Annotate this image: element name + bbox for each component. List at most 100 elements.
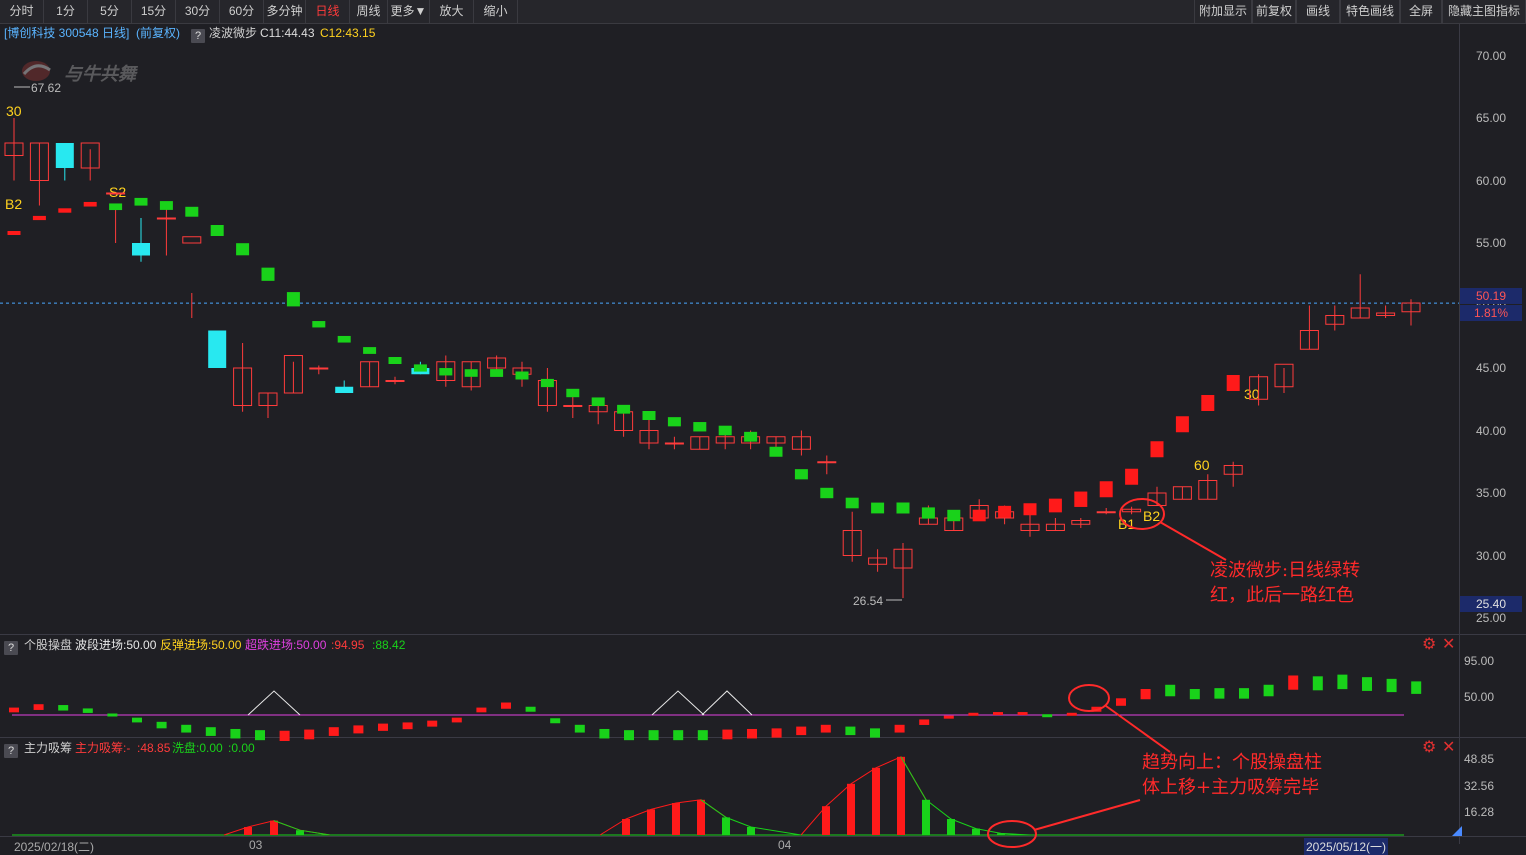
panel2-bar [1362, 677, 1372, 691]
panel3-name: 主力吸筹 [24, 741, 73, 755]
candle-body [156, 217, 176, 220]
indicator-bar [845, 497, 859, 509]
panel2-bar [328, 727, 339, 736]
panel2-bar [1337, 674, 1348, 690]
panel2-bar [353, 725, 364, 734]
panel3-close-icon[interactable]: ✕ [1442, 740, 1455, 756]
panel2-bar [820, 724, 831, 733]
panel2-bar [550, 718, 561, 724]
panel2-bar [747, 728, 757, 739]
panel2-bar [673, 730, 684, 741]
annotation-pointer-3 [1033, 799, 1141, 831]
panel2-bar [9, 707, 19, 713]
indicator-bar [591, 397, 605, 407]
panel3-bar-green [922, 799, 930, 835]
panel2-bar [574, 724, 585, 733]
indicator-bar [210, 225, 224, 236]
candle-body [385, 380, 405, 382]
indicator-bar [7, 231, 21, 235]
panel2-bar [33, 704, 44, 710]
panel2-name: 个股操盘 [24, 638, 73, 652]
indicator-bar [1175, 416, 1189, 433]
candle-body [1096, 511, 1116, 514]
panel2-bar [1288, 675, 1299, 690]
panel2-settings-icon[interactable]: ⚙ [1422, 637, 1436, 653]
candle-body [335, 386, 354, 393]
candle-body [563, 405, 583, 407]
panel2-field-1: 波段进场:50.00 [75, 638, 157, 652]
panel2-bar [451, 717, 462, 723]
panel2-bar [599, 728, 610, 739]
indicator-bar [642, 411, 656, 420]
panel2-bar [1312, 676, 1323, 691]
panel2-bar [230, 728, 241, 739]
indicator-bar [312, 321, 326, 328]
indicator-bar [896, 502, 910, 514]
panel3-axis-1: 48.85 [1464, 752, 1495, 766]
candle-body [132, 243, 150, 256]
panel2-bar [132, 717, 142, 723]
panel3-field-3: 洗盘:0.00 [172, 741, 223, 755]
indicator-bar [693, 422, 707, 432]
panel2-bar [919, 719, 930, 725]
indicator-bar [972, 509, 986, 522]
panel2-bar [1066, 712, 1077, 716]
indicator-bar [236, 243, 250, 256]
panel2-bar [1140, 688, 1151, 700]
panel2-triangle [247, 690, 301, 716]
annotation-pointer-2 [1105, 705, 1171, 753]
panel2-bar [845, 726, 856, 736]
panel2-close-icon[interactable]: ✕ [1442, 637, 1455, 653]
indicator-bar [134, 197, 148, 206]
panel2-bar [255, 730, 265, 741]
panel2-bar [1116, 698, 1126, 706]
panel3-field-4: :0.00 [228, 741, 255, 755]
panel2-field-4: :94.95 [331, 638, 365, 652]
indicator-bar [921, 507, 935, 519]
panel3-bar-red [622, 819, 630, 835]
panel3-bar-red [672, 803, 680, 835]
panel2-bar [722, 729, 733, 740]
indicator-bar [947, 509, 961, 522]
indicator-bar [286, 292, 300, 307]
panel3-bar-red [897, 756, 905, 835]
panel3-green-line-3 [900, 756, 1031, 836]
panel3-bar-red [697, 799, 705, 835]
candle-body [106, 192, 126, 195]
indicator-bar [744, 431, 758, 442]
panel2-axis-95: 95.00 [1464, 654, 1495, 668]
indicator-bar [1074, 491, 1088, 507]
indicator-bar [464, 369, 478, 377]
indicator-bar [1023, 503, 1037, 516]
indicator-bar [820, 487, 834, 499]
indicator-bar [337, 335, 351, 343]
indicator-bar [83, 201, 97, 207]
panel2-bar [993, 712, 1003, 716]
indicator-bar [1201, 395, 1215, 411]
panel3-bar-red [822, 806, 830, 835]
panel3-bar-green [722, 817, 730, 835]
panel3-help-button[interactable]: ? [4, 744, 18, 758]
indicator-bar [540, 378, 554, 388]
panel3-settings-icon[interactable]: ⚙ [1422, 740, 1436, 756]
panel2-bar [968, 712, 979, 716]
annotation-2-line-2: 体上移+主力吸筹完毕 [1142, 777, 1320, 798]
annotation-1-line-2: 红，此后一路红色 [1210, 585, 1354, 606]
panel3-red-line-2 [599, 799, 727, 836]
candle-body [817, 461, 837, 464]
indicator-bar [109, 203, 123, 211]
indicator-bar [185, 206, 199, 217]
indicator-bar [566, 388, 580, 398]
indicator-bar [439, 368, 453, 376]
candle-body [309, 367, 329, 370]
indicator-bar [1150, 441, 1164, 458]
indicator-bar [794, 469, 808, 480]
candle-body [664, 442, 684, 445]
panel2-help-button[interactable]: ? [4, 641, 18, 655]
panel3-bar-green [747, 827, 755, 835]
chart-canvas [0, 86, 1462, 848]
panel2-bar [1017, 712, 1028, 716]
panel3-field-2: :48.85 [137, 741, 171, 755]
indicator-bar [718, 425, 732, 436]
date-label-end: 2025/05/12(一) [1304, 838, 1389, 855]
